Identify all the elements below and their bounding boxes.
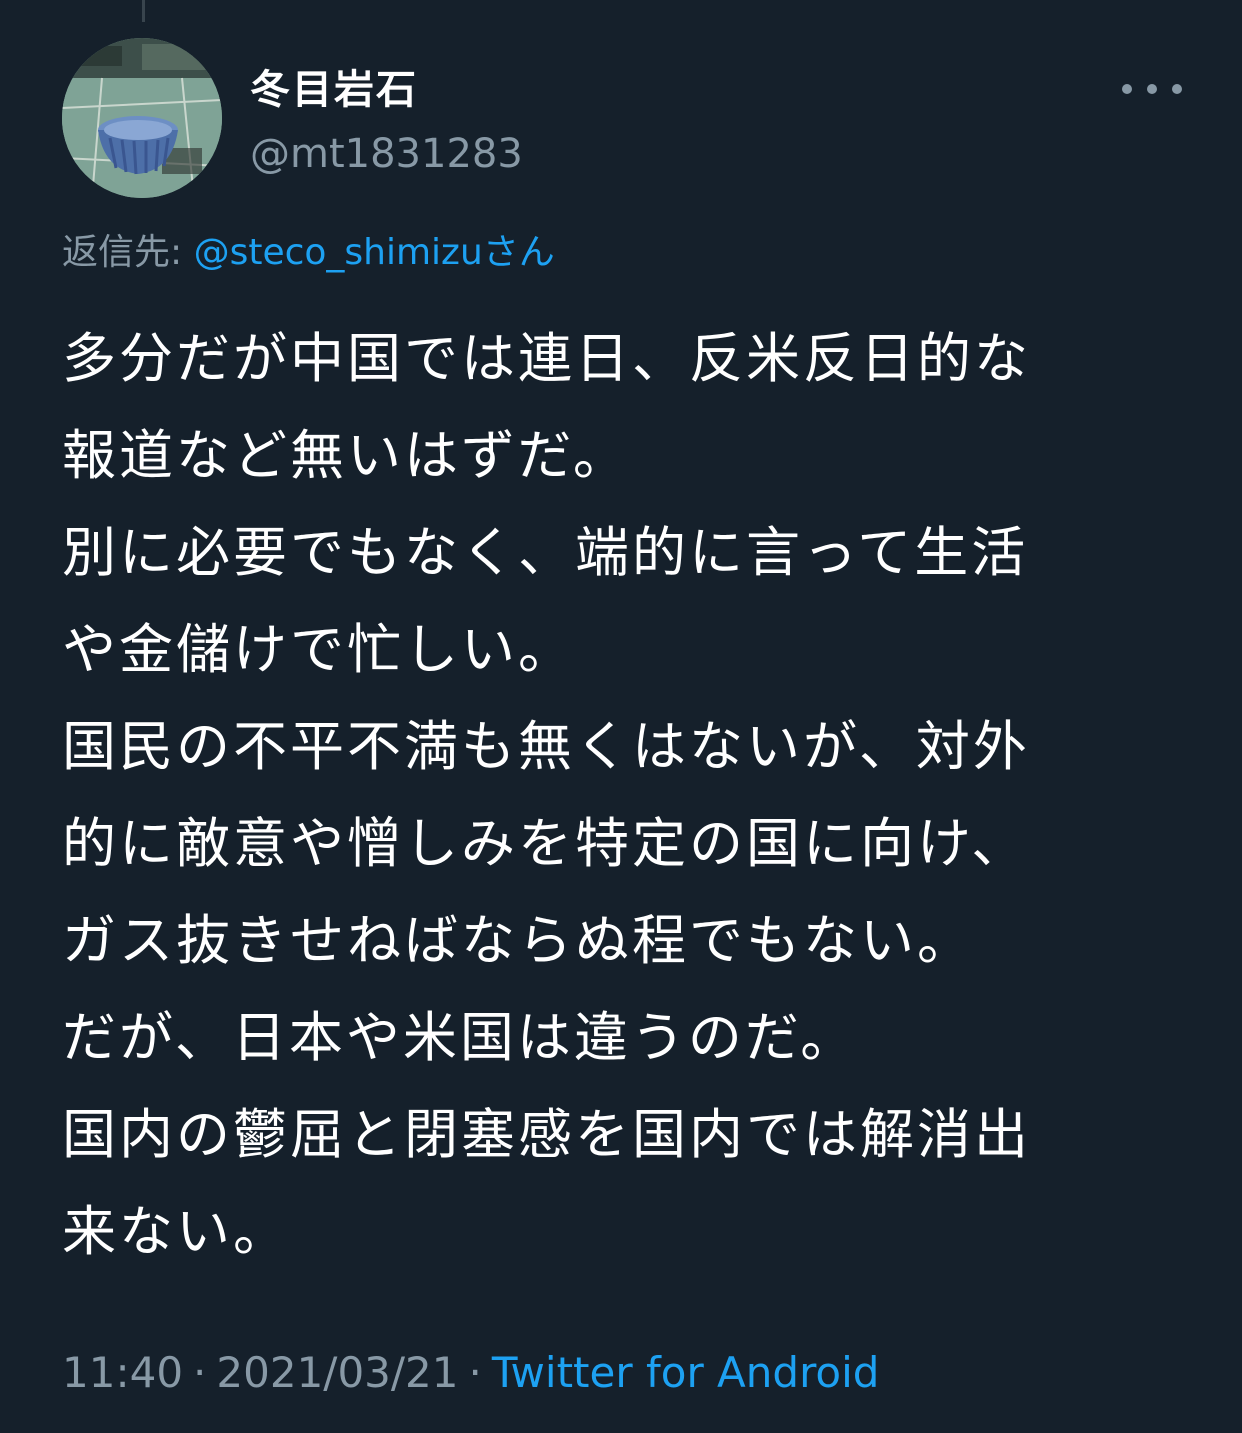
more-horizontal-icon-dot bbox=[1147, 84, 1157, 94]
tweet-text-line: 多分だが中国では連日、反米反日的な bbox=[62, 327, 1031, 390]
tweet-text-line: 来ない。 bbox=[62, 1200, 290, 1263]
tweet-text: 多分だが中国では連日、反米反日的な 報道など無いはずだ。 別に必要でもなく、端的… bbox=[62, 310, 1182, 1280]
display-name[interactable]: 冬目岩石 bbox=[250, 66, 523, 114]
tweet-text-line: 的に敵意や憎しみを特定の国に向け、 bbox=[62, 812, 1029, 875]
avatar[interactable] bbox=[62, 38, 222, 198]
thread-connector-line bbox=[142, 0, 145, 22]
reply-context: 返信先: @steco_shimizuさん bbox=[62, 228, 555, 278]
tweet-text-line: 国内の鬱屈と閉塞感を国内では解消出 bbox=[62, 1103, 1031, 1166]
tweet-text-line: 報道など無いはずだ。 bbox=[62, 424, 630, 487]
meta-separator: · bbox=[468, 1348, 482, 1397]
tweet-source-link[interactable]: Twitter for Android bbox=[492, 1348, 880, 1397]
author-names: 冬目岩石 @mt1831283 bbox=[250, 66, 523, 178]
more-options-button[interactable] bbox=[1122, 74, 1182, 104]
more-horizontal-icon bbox=[1122, 84, 1132, 94]
tweet-metadata: 11:40 · 2021/03/21 · Twitter for Android bbox=[62, 1345, 879, 1401]
tweet-date[interactable]: 2021/03/21 bbox=[216, 1348, 458, 1397]
tweet-text-line: 国民の不平不満も無くはないが、対外 bbox=[62, 715, 1030, 778]
tweet-text-line: や金儲けで忙しい。 bbox=[62, 618, 575, 681]
reply-mention-link[interactable]: @steco_shimizuさん bbox=[194, 232, 555, 273]
tweet-text-line: だが、日本や米国は違うのだ。 bbox=[62, 1006, 858, 1069]
avatar-image bbox=[62, 38, 222, 198]
reply-label: 返信先: bbox=[62, 232, 194, 273]
tweet-text-line: 別に必要でもなく、端的に言って生活 bbox=[62, 521, 1029, 584]
more-horizontal-icon-dot bbox=[1172, 84, 1182, 94]
tweet-header: 冬目岩石 @mt1831283 bbox=[62, 38, 1182, 198]
tweet-text-line: ガス抜きせねばならぬ程でもない。 bbox=[62, 909, 974, 972]
user-handle[interactable]: @mt1831283 bbox=[250, 130, 523, 178]
tweet-time[interactable]: 11:40 bbox=[62, 1348, 183, 1397]
meta-separator: · bbox=[193, 1348, 207, 1397]
